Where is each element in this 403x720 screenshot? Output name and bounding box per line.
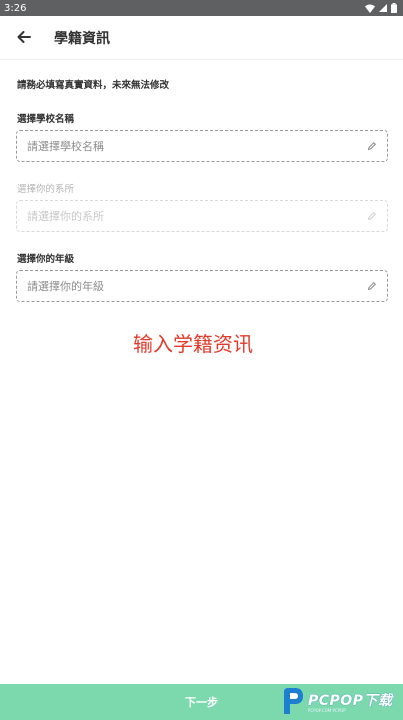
school-name-label: 選擇學校名稱 bbox=[17, 114, 75, 125]
edit-pencil-icon bbox=[367, 141, 377, 151]
watermark: PCPOP下载 PCPOP.COM PCPOP bbox=[280, 683, 402, 719]
next-step-label: 下一步 bbox=[185, 696, 218, 709]
department-label: 選擇你的系所 bbox=[17, 184, 75, 195]
back-arrow-icon bbox=[17, 28, 31, 47]
school-name-select[interactable]: 請選擇學校名稱 bbox=[16, 130, 388, 162]
edit-pencil-icon bbox=[367, 211, 377, 221]
grade-label: 選擇你的年級 bbox=[17, 254, 75, 265]
status-icons bbox=[365, 3, 397, 13]
back-button[interactable] bbox=[4, 16, 44, 60]
department-select: 請選擇你的系所 bbox=[16, 200, 388, 232]
watermark-text: PCPOP下载 bbox=[308, 692, 393, 709]
edit-pencil-icon bbox=[367, 281, 377, 291]
grade-placeholder: 請選擇你的年級 bbox=[27, 280, 104, 293]
page-title: 學籍資訊 bbox=[54, 30, 110, 47]
status-bar: 3:26 bbox=[0, 0, 403, 16]
wifi-icon bbox=[365, 4, 375, 13]
notice-text: 請務必填寫真實資料，未來無法修改 bbox=[17, 80, 170, 91]
overlay-caption: 输入学籍资讯 bbox=[133, 332, 253, 356]
app-bar: 學籍資訊 bbox=[0, 16, 403, 60]
pcpop-logo-icon bbox=[280, 686, 306, 716]
status-time: 3:26 bbox=[4, 2, 27, 14]
school-name-placeholder: 請選擇學校名稱 bbox=[27, 140, 104, 153]
watermark-subtext: PCPOP.COM PCPOP bbox=[308, 707, 346, 713]
department-placeholder: 請選擇你的系所 bbox=[27, 210, 104, 223]
battery-icon bbox=[391, 3, 397, 13]
grade-select[interactable]: 請選擇你的年級 bbox=[16, 270, 388, 302]
signal-icon bbox=[379, 4, 387, 12]
